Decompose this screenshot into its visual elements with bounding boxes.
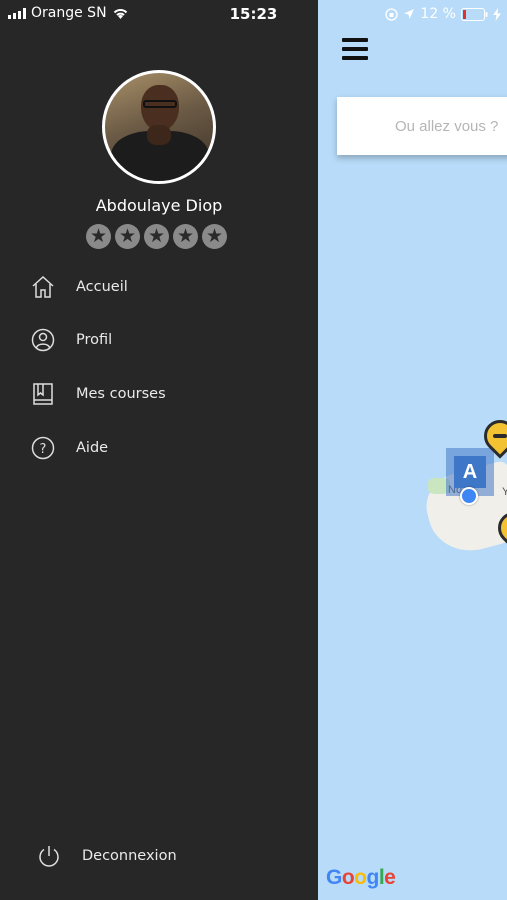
- logout-button[interactable]: Deconnexion: [36, 841, 177, 871]
- pickup-marker-letter: A: [454, 456, 486, 488]
- map-place-label: Y: [502, 486, 507, 498]
- status-time: 15:23: [229, 5, 278, 23]
- hamburger-menu-button[interactable]: [342, 38, 368, 60]
- book-icon: [30, 381, 56, 407]
- home-icon: [30, 274, 56, 300]
- destination-search-input[interactable]: [337, 97, 507, 155]
- menu-item-label: Accueil: [76, 279, 128, 295]
- taxi-car-icon: [493, 434, 507, 438]
- menu-bar: [342, 47, 368, 51]
- menu-item-mes-courses[interactable]: Mes courses: [30, 379, 166, 409]
- help-icon: ?: [30, 435, 56, 461]
- power-icon: [36, 843, 62, 869]
- star-icon: ★: [144, 224, 169, 249]
- menu-item-label: Mes courses: [76, 386, 166, 402]
- menu-item-label: Profil: [76, 332, 113, 348]
- menu-item-accueil[interactable]: Accueil: [30, 272, 128, 302]
- destination-search-box[interactable]: [337, 97, 507, 155]
- current-location-dot: [460, 487, 478, 505]
- map-view[interactable]: 12 % No Y A Google: [318, 0, 507, 900]
- svg-text:?: ?: [40, 442, 47, 457]
- star-icon: ★: [115, 224, 140, 249]
- side-drawer: Orange SN Abdoulaye Diop ★ ★ ★ ★ ★ Accue…: [0, 0, 318, 900]
- logout-label: Deconnexion: [82, 848, 177, 864]
- menu-bar: [342, 38, 368, 42]
- menu-item-aide[interactable]: ? Aide: [30, 433, 108, 463]
- star-icon: ★: [173, 224, 198, 249]
- menu-bar: [342, 56, 368, 60]
- user-icon: [30, 327, 56, 353]
- google-logo: Google: [326, 866, 396, 889]
- user-name: Abdoulaye Diop: [95, 196, 223, 215]
- star-icon: ★: [86, 224, 111, 249]
- star-icon: ★: [202, 224, 227, 249]
- menu-item-label: Aide: [76, 440, 109, 456]
- avatar[interactable]: [102, 70, 216, 184]
- menu-item-profil[interactable]: Profil: [30, 325, 112, 355]
- rating-stars: ★ ★ ★ ★ ★: [86, 224, 227, 249]
